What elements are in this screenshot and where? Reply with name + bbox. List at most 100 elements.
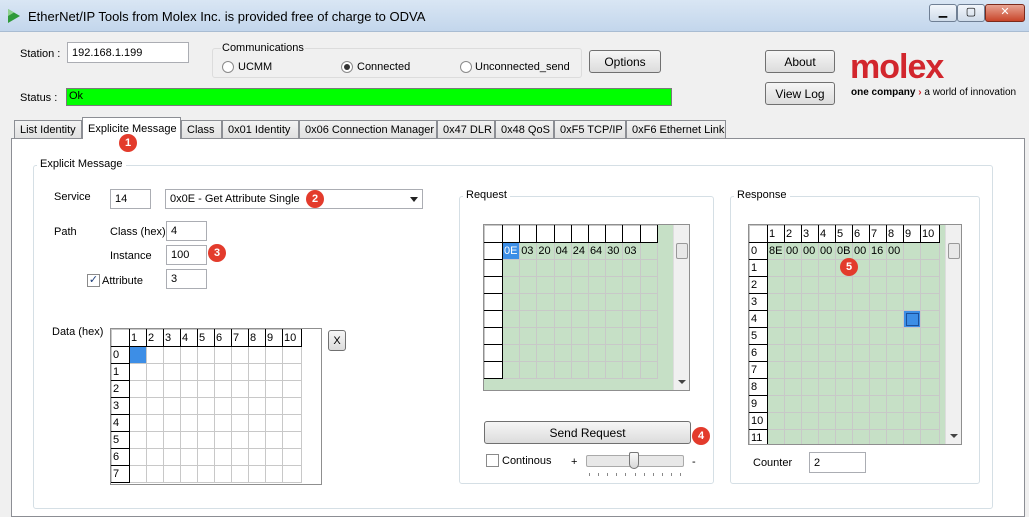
response-cell[interactable] — [903, 310, 921, 328]
data-cell[interactable] — [129, 346, 147, 364]
data-cell[interactable] — [265, 448, 283, 466]
response-cell[interactable] — [784, 412, 802, 430]
response-cell[interactable] — [818, 259, 836, 277]
request-cell[interactable] — [536, 293, 555, 311]
request-cell[interactable] — [501, 259, 521, 277]
response-cell[interactable] — [920, 276, 940, 294]
response-cell[interactable] — [767, 344, 785, 362]
request-cell[interactable] — [519, 276, 538, 294]
response-cell[interactable] — [886, 429, 904, 444]
response-cell[interactable] — [852, 378, 870, 396]
request-cell[interactable] — [536, 344, 555, 362]
response-cell[interactable] — [886, 361, 904, 379]
response-cell[interactable] — [852, 361, 870, 379]
tab-list-identity[interactable]: List Identity — [14, 120, 82, 138]
request-cell[interactable] — [519, 259, 538, 277]
response-cell[interactable] — [903, 412, 921, 430]
request-cell[interactable] — [553, 344, 572, 362]
response-cell[interactable] — [886, 327, 904, 345]
tab-class[interactable]: Class — [181, 120, 222, 138]
data-cell[interactable] — [163, 346, 181, 364]
response-cell[interactable] — [903, 429, 921, 444]
tab-identity[interactable]: 0x01 Identity — [222, 120, 299, 138]
data-cell[interactable] — [265, 414, 283, 432]
data-cell[interactable] — [129, 431, 147, 449]
response-cell[interactable] — [886, 310, 904, 328]
data-cell[interactable] — [214, 346, 232, 364]
response-cell[interactable] — [869, 293, 887, 311]
scroll-down-icon[interactable] — [678, 380, 686, 384]
request-cell[interactable] — [587, 310, 607, 328]
response-cell[interactable] — [767, 378, 785, 396]
response-cell[interactable] — [920, 310, 940, 328]
request-cell[interactable] — [639, 259, 658, 277]
response-cell[interactable] — [886, 344, 904, 362]
request-cell[interactable] — [587, 259, 607, 277]
response-cell[interactable] — [835, 276, 853, 294]
tab-dlr[interactable]: 0x47 DLR — [437, 120, 495, 138]
data-cell[interactable] — [197, 414, 215, 432]
data-cell[interactable] — [248, 363, 266, 381]
radio-unconnected-send[interactable] — [460, 61, 472, 73]
response-cell[interactable]: 00 — [818, 242, 836, 260]
response-cell[interactable] — [767, 395, 785, 413]
response-cell[interactable]: 00 — [801, 242, 819, 260]
maximize-button[interactable]: ▢ — [957, 4, 985, 22]
response-cell[interactable] — [852, 412, 870, 430]
request-cell[interactable] — [536, 259, 555, 277]
request-cell[interactable] — [639, 344, 658, 362]
request-cell[interactable] — [587, 276, 607, 294]
request-cell[interactable] — [639, 361, 658, 379]
response-cell[interactable] — [835, 378, 853, 396]
response-cell[interactable] — [818, 378, 836, 396]
response-cell[interactable] — [852, 310, 870, 328]
response-cell[interactable]: 00 — [784, 242, 802, 260]
response-cell[interactable] — [835, 429, 853, 444]
response-cell[interactable] — [784, 429, 802, 444]
response-cell[interactable] — [801, 378, 819, 396]
request-cell[interactable] — [639, 293, 658, 311]
request-cell[interactable]: 04 — [553, 242, 572, 260]
response-cell[interactable] — [801, 344, 819, 362]
data-cell[interactable] — [180, 448, 198, 466]
data-cell[interactable] — [282, 363, 302, 381]
speed-slider-thumb[interactable] — [629, 452, 639, 469]
response-cell[interactable] — [852, 276, 870, 294]
request-cell[interactable] — [605, 276, 624, 294]
request-cell[interactable] — [570, 259, 589, 277]
data-cell[interactable] — [197, 465, 215, 483]
response-cell[interactable] — [920, 327, 940, 345]
request-cell[interactable] — [587, 327, 607, 345]
response-cell[interactable]: 00 — [886, 242, 904, 260]
response-cell[interactable] — [835, 395, 853, 413]
request-cell[interactable] — [587, 361, 607, 379]
response-cell[interactable] — [801, 259, 819, 277]
data-cell[interactable] — [163, 465, 181, 483]
data-cell[interactable] — [146, 346, 164, 364]
response-cell[interactable] — [886, 395, 904, 413]
data-cell[interactable] — [265, 380, 283, 398]
response-cell[interactable] — [903, 293, 921, 311]
data-cell[interactable] — [129, 448, 147, 466]
response-cell[interactable] — [852, 293, 870, 311]
data-cell[interactable] — [197, 363, 215, 381]
data-cell[interactable] — [265, 363, 283, 381]
request-cell[interactable] — [570, 310, 589, 328]
response-cell[interactable] — [818, 429, 836, 444]
class-input[interactable]: 4 — [166, 221, 207, 241]
response-cell[interactable] — [903, 276, 921, 294]
response-cell[interactable] — [903, 344, 921, 362]
data-cell[interactable] — [146, 414, 164, 432]
request-cell[interactable] — [605, 344, 624, 362]
response-cell[interactable] — [869, 429, 887, 444]
response-cell[interactable] — [801, 310, 819, 328]
request-cell[interactable] — [622, 293, 641, 311]
response-cell[interactable] — [818, 327, 836, 345]
response-cell[interactable] — [920, 361, 940, 379]
data-cell[interactable] — [214, 397, 232, 415]
response-cell[interactable] — [852, 395, 870, 413]
data-cell[interactable] — [231, 431, 249, 449]
request-cell[interactable] — [570, 344, 589, 362]
request-cell[interactable] — [605, 259, 624, 277]
send-request-button[interactable]: Send Request — [484, 421, 691, 444]
